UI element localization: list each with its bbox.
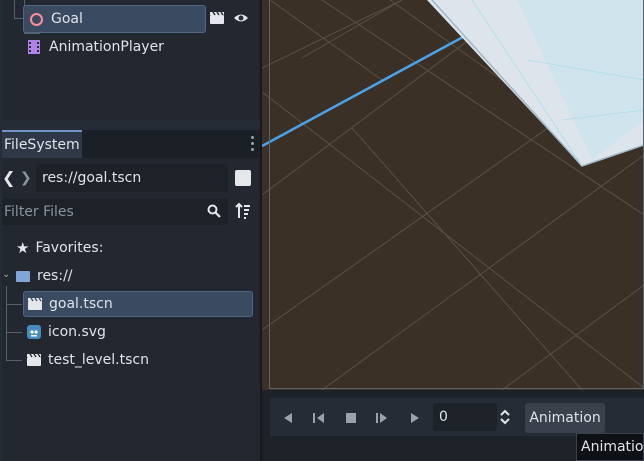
scene-node-label: Goal	[51, 11, 83, 27]
play-icon[interactable]	[407, 410, 423, 426]
file-icon-svg[interactable]: icon.svg	[23, 319, 253, 345]
tooltip-text: Animation	[581, 439, 644, 455]
tree-connector	[6, 286, 7, 360]
file-test-level-tscn[interactable]: test_level.tscn	[23, 347, 253, 373]
tree-connector	[6, 304, 22, 305]
tooltip: Animation	[576, 433, 644, 461]
back-arrow-icon[interactable]: ❮	[2, 170, 15, 186]
time-value: 0	[439, 409, 448, 425]
open-scene-icon[interactable]	[209, 11, 225, 25]
res-root-folder[interactable]: res://	[16, 263, 246, 289]
animation-player-icon	[28, 40, 40, 54]
godot-icon	[27, 325, 41, 339]
favorites-label: Favorites:	[35, 240, 104, 256]
scene-node-goal[interactable]: Goal	[23, 5, 206, 33]
animation-menu-button[interactable]: Animation	[525, 403, 605, 433]
tree-connector	[6, 360, 22, 361]
panel-menu-icon[interactable]	[250, 136, 256, 152]
sort-icon[interactable]	[234, 202, 252, 220]
tree-connector	[14, 18, 23, 19]
scene-icon	[28, 297, 42, 310]
filter-files-input[interactable]: Filter Files	[2, 198, 228, 225]
file-label: icon.svg	[48, 324, 106, 340]
path-value: res://goal.tscn	[42, 170, 142, 186]
file-goal-tscn[interactable]: goal.tscn	[23, 291, 253, 317]
toggle-split-mode-button[interactable]	[235, 170, 251, 186]
stop-icon[interactable]	[343, 410, 359, 426]
viewport-frame	[269, 0, 644, 389]
play-backwards-icon[interactable]	[280, 410, 296, 426]
search-icon	[206, 203, 222, 219]
filter-placeholder: Filter Files	[4, 203, 74, 220]
scene-node-label: AnimationPlayer	[49, 39, 164, 55]
animation-time-spinbox[interactable]: 0	[433, 403, 497, 431]
area-circle-icon	[30, 12, 43, 26]
spin-arrows-icon[interactable]	[498, 408, 512, 426]
animation-button-label: Animation	[529, 410, 601, 426]
play-from-start-icon[interactable]	[374, 410, 390, 426]
file-label: test_level.tscn	[48, 352, 149, 368]
star-icon: ★	[16, 239, 30, 257]
tab-label: FileSystem	[4, 137, 80, 153]
chevron-down-icon[interactable]: ⌄	[2, 268, 12, 282]
visibility-eye-icon[interactable]	[233, 11, 249, 25]
scene-icon	[27, 353, 41, 366]
path-field[interactable]: res://goal.tscn	[36, 164, 228, 192]
tab-filesystem[interactable]: FileSystem	[2, 130, 82, 158]
folder-icon	[16, 270, 30, 282]
tree-connector	[6, 332, 22, 333]
favorites-item[interactable]: ★ Favorites:	[16, 235, 246, 261]
folder-label: res://	[37, 268, 73, 284]
file-label: goal.tscn	[49, 296, 113, 312]
scene-node-animationplayer[interactable]: AnimationPlayer	[28, 34, 228, 60]
tree-connector	[14, 0, 15, 18]
play-backwards-from-end-icon[interactable]	[311, 410, 327, 426]
forward-arrow-icon[interactable]: ❯	[20, 170, 32, 186]
